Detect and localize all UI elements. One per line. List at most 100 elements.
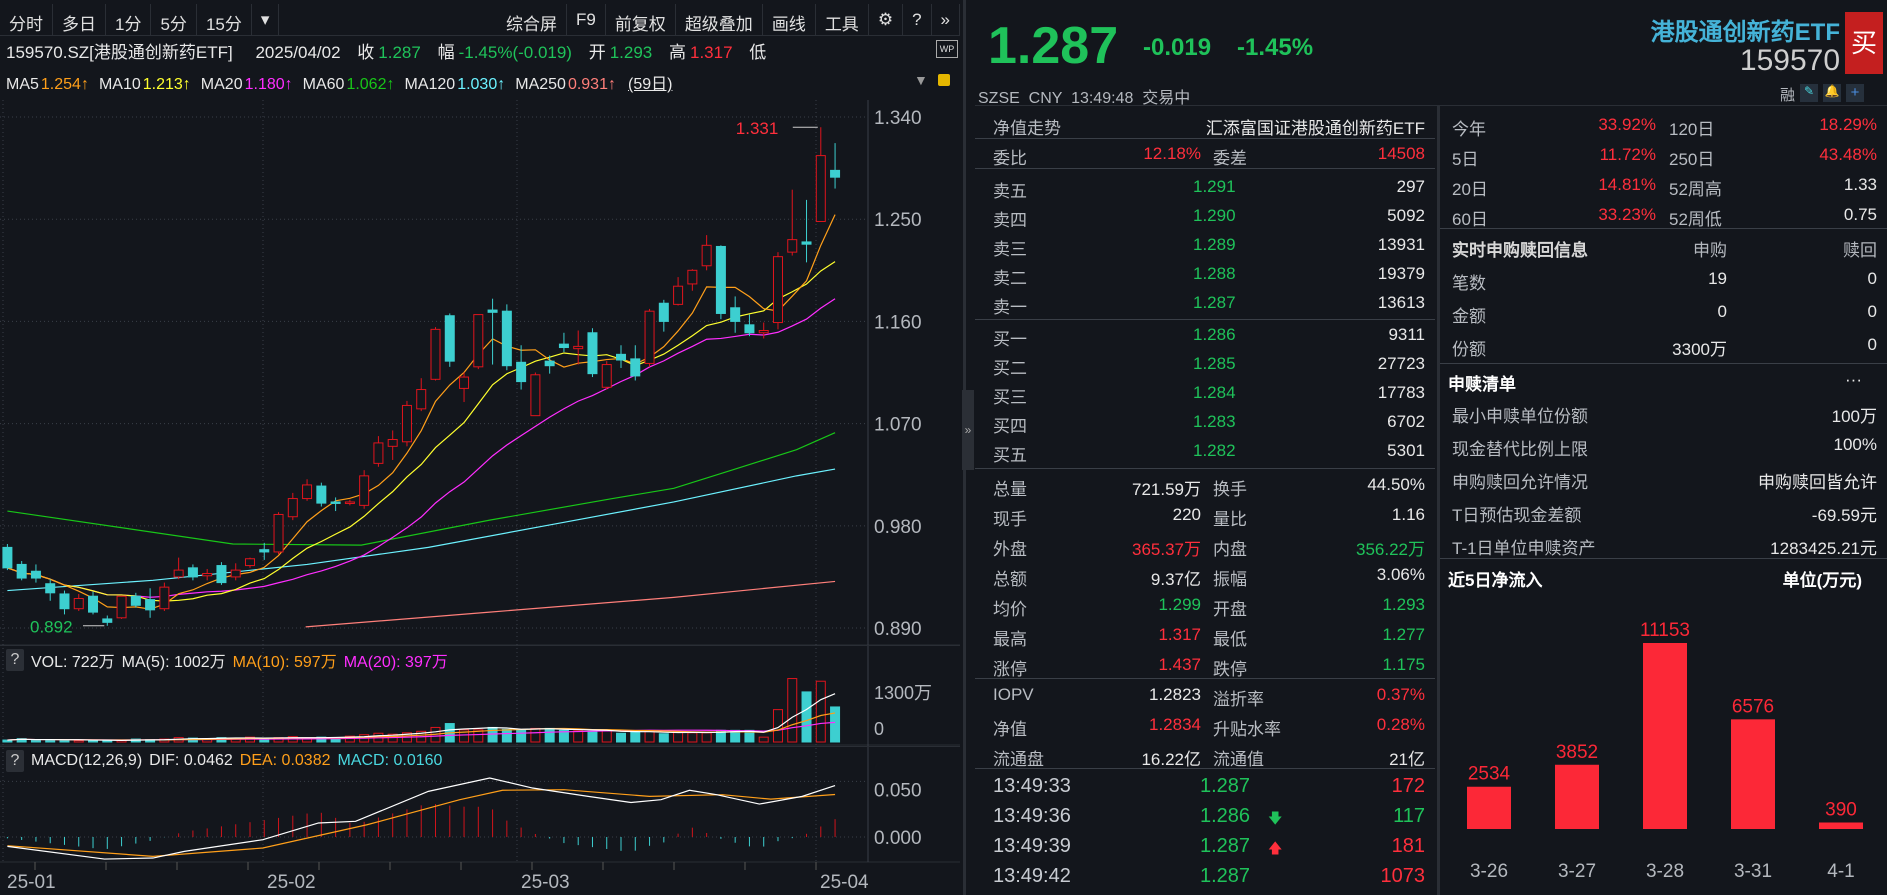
candle[interactable]	[173, 569, 184, 578]
ask-level[interactable]: 卖一 1.287 13613	[975, 290, 1435, 318]
toolbar-button[interactable]: ?	[903, 4, 932, 35]
edit-icon[interactable]: ✎	[1800, 84, 1818, 102]
candle[interactable]	[330, 501, 341, 504]
toolbar-button[interactable]: 工具	[816, 4, 869, 35]
volume-bar[interactable]	[701, 732, 712, 743]
collapse-panel-button[interactable]: »	[962, 390, 974, 470]
candle[interactable]	[359, 475, 370, 506]
toolbar-button[interactable]: »	[932, 4, 960, 35]
inflow-bar[interactable]	[1731, 719, 1775, 829]
candle[interactable]	[787, 239, 798, 253]
candle[interactable]	[2, 546, 13, 569]
candle[interactable]	[145, 599, 156, 611]
candle[interactable]	[73, 597, 84, 610]
lock-icon[interactable]	[938, 74, 950, 86]
volume-bar[interactable]	[758, 736, 769, 743]
volume-bar[interactable]	[516, 729, 527, 743]
candle[interactable]	[487, 309, 498, 313]
candle[interactable]	[758, 329, 769, 334]
toolbar-button[interactable]: 画线	[763, 4, 816, 35]
dropdown-triangle-icon[interactable]: ▼	[914, 72, 928, 88]
candle[interactable]	[516, 361, 527, 383]
toolbar-tab[interactable]: 多日	[53, 4, 106, 35]
volume-bar[interactable]	[630, 731, 641, 743]
candle[interactable]	[130, 595, 141, 606]
toolbar-button[interactable]: F9	[567, 4, 606, 35]
volume-bar[interactable]	[530, 727, 541, 743]
buy-button[interactable]: 买	[1845, 12, 1883, 74]
candle[interactable]	[801, 241, 812, 245]
candle[interactable]	[88, 595, 99, 613]
volume-bar[interactable]	[787, 678, 798, 743]
period-selector[interactable]: (59日)	[628, 76, 672, 93]
volume-bar[interactable]	[830, 706, 841, 743]
candle[interactable]	[459, 376, 470, 389]
toolbar-tab[interactable]: ▾	[252, 4, 280, 35]
candle[interactable]	[530, 374, 541, 417]
volume-bar[interactable]	[801, 691, 812, 743]
volume-bar[interactable]	[658, 733, 669, 743]
volume-bar[interactable]	[644, 730, 655, 743]
candle[interactable]	[673, 285, 684, 305]
candle[interactable]	[730, 307, 741, 322]
candle[interactable]	[644, 310, 655, 364]
bid-level[interactable]: 买一 1.286 9311	[975, 322, 1435, 350]
candle[interactable]	[416, 389, 427, 410]
candle[interactable]	[587, 332, 598, 375]
volume-bar[interactable]	[544, 727, 555, 743]
candle[interactable]	[630, 358, 641, 377]
ask-level[interactable]: 卖五 1.291 297	[975, 174, 1435, 202]
wp-icon[interactable]: WP	[936, 40, 958, 58]
candle[interactable]	[501, 310, 512, 367]
inflow-bar[interactable]	[1467, 786, 1511, 829]
help-button[interactable]: ?	[6, 749, 24, 772]
candle[interactable]	[230, 569, 241, 578]
candle[interactable]	[444, 315, 455, 362]
volume-bar[interactable]	[687, 732, 698, 743]
candle[interactable]	[772, 256, 783, 324]
candle[interactable]	[601, 364, 612, 388]
bid-level[interactable]: 买五 1.282 5301	[975, 438, 1435, 466]
volume-bar[interactable]	[573, 730, 584, 743]
candle[interactable]	[616, 353, 627, 361]
candle[interactable]	[259, 549, 270, 553]
candle[interactable]	[159, 586, 170, 610]
toolbar-button[interactable]: ⚙	[869, 4, 904, 35]
bid-level[interactable]: 买二 1.285 27723	[975, 351, 1435, 379]
bid-level[interactable]: 买四 1.283 6702	[975, 409, 1435, 437]
toolbar-tab[interactable]: 1分	[106, 4, 152, 35]
candle[interactable]	[202, 573, 213, 577]
candle[interactable]	[558, 343, 569, 349]
candle[interactable]	[430, 328, 441, 380]
nav-trend-row[interactable]: 净值走势 汇添富国证港股通创新药ETF	[975, 111, 1435, 139]
candle[interactable]	[45, 583, 56, 594]
volume-bar[interactable]	[487, 726, 498, 743]
inflow-bar[interactable]	[1555, 764, 1599, 829]
candle[interactable]	[59, 593, 70, 610]
candle[interactable]	[387, 439, 398, 447]
candle[interactable]	[116, 595, 127, 619]
candle[interactable]	[544, 360, 555, 367]
candle[interactable]	[744, 324, 755, 334]
volume-bar[interactable]	[30, 739, 41, 743]
candle[interactable]	[16, 563, 27, 579]
candle[interactable]	[701, 244, 712, 267]
volume-bar[interactable]	[601, 729, 612, 743]
inflow-bar[interactable]	[1819, 822, 1863, 829]
volume-bar[interactable]	[616, 732, 627, 743]
candle[interactable]	[687, 269, 698, 285]
candle[interactable]	[344, 501, 355, 504]
help-button[interactable]: ?	[6, 648, 24, 671]
candle[interactable]	[473, 314, 484, 368]
candle[interactable]	[316, 485, 327, 504]
candle[interactable]	[216, 565, 227, 584]
volume-bar[interactable]	[59, 739, 70, 743]
inflow-bar[interactable]	[1643, 643, 1687, 829]
bid-level[interactable]: 买三 1.284 17783	[975, 380, 1435, 408]
add-icon[interactable]: +	[1846, 84, 1864, 102]
ask-level[interactable]: 卖二 1.288 19379	[975, 261, 1435, 289]
toolbar-tab[interactable]: 5分	[151, 4, 197, 35]
volume-bar[interactable]	[587, 730, 598, 743]
candle[interactable]	[187, 567, 198, 578]
ask-level[interactable]: 卖四 1.290 5092	[975, 203, 1435, 231]
